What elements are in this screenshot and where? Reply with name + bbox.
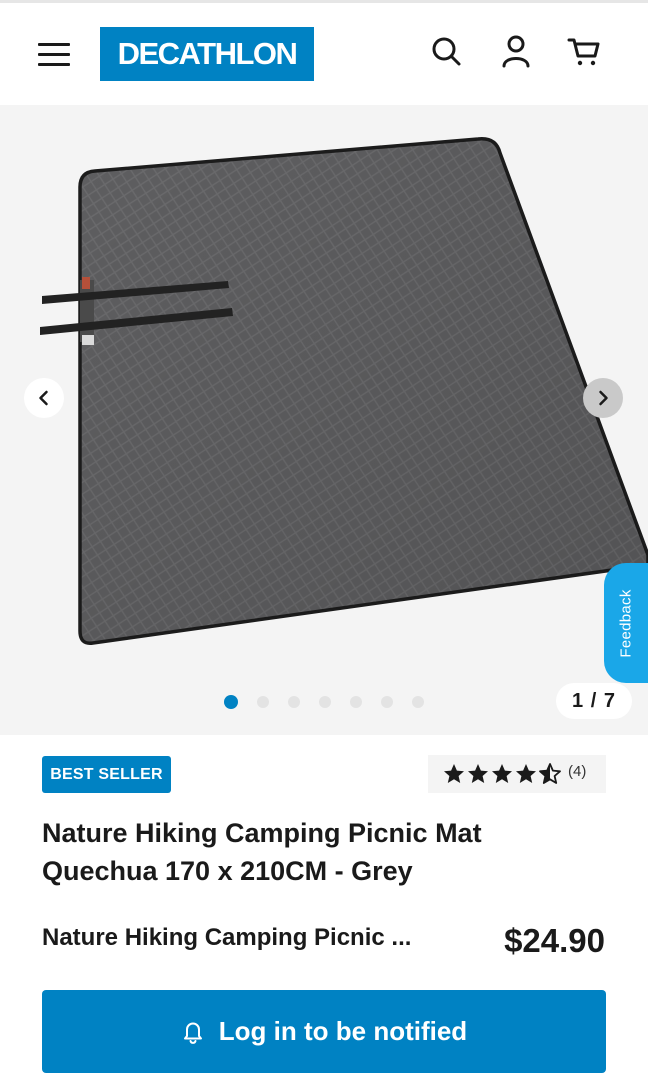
cart-icon[interactable] [566, 33, 602, 69]
feedback-tab[interactable]: Feedback [604, 563, 648, 683]
site-header: DECATHLON [0, 3, 648, 105]
search-icon[interactable] [428, 33, 464, 69]
pagination-dot[interactable] [319, 696, 331, 708]
menu-icon[interactable] [36, 37, 76, 71]
product-price: $24.90 [504, 922, 605, 959]
rating-count: (4) [568, 762, 587, 780]
product-variant-name: Nature Hiking Camping Picnic ... [42, 924, 412, 951]
product-title-line2: Quechua 170 x 210CM - Grey [42, 856, 413, 886]
star-full-icon [444, 764, 464, 783]
notify-login-button[interactable]: Log in to be notified [42, 990, 606, 1073]
best-seller-badge: BEST SELLER [42, 756, 171, 793]
star-full-icon [468, 764, 488, 783]
next-image-button[interactable] [583, 378, 623, 418]
feedback-label: Feedback [617, 588, 635, 658]
chevron-right-icon [599, 390, 608, 406]
product-image [40, 137, 648, 645]
rating-stars [442, 762, 562, 786]
pagination-dot[interactable] [288, 696, 300, 708]
user-icon[interactable] [498, 33, 534, 69]
pagination-dot[interactable] [350, 696, 362, 708]
logo-text: DECATHLON [117, 36, 298, 71]
star-half-icon [539, 763, 561, 784]
product-rating[interactable]: (4) [428, 755, 606, 793]
pagination-dot-active[interactable] [224, 695, 238, 709]
pagination-dot[interactable] [257, 696, 269, 708]
notify-button-label: Log in to be notified [218, 1016, 468, 1046]
image-counter: 1 / 7 [556, 683, 632, 719]
bell-icon [181, 1019, 205, 1045]
star-full-icon [516, 764, 536, 783]
pagination-dot[interactable] [381, 696, 393, 708]
chevron-left-icon [39, 390, 48, 406]
pagination-dot[interactable] [412, 696, 424, 708]
product-title: Nature Hiking Camping Picnic Mat Quechua… [42, 814, 602, 890]
previous-image-button[interactable] [24, 378, 64, 418]
gallery-pagination [224, 695, 443, 709]
star-full-icon [492, 764, 512, 783]
product-gallery: 1 / 7 Feedback [0, 105, 648, 735]
decathlon-logo[interactable]: DECATHLON [100, 27, 314, 81]
product-title-line1: Nature Hiking Camping Picnic Mat [42, 818, 482, 848]
